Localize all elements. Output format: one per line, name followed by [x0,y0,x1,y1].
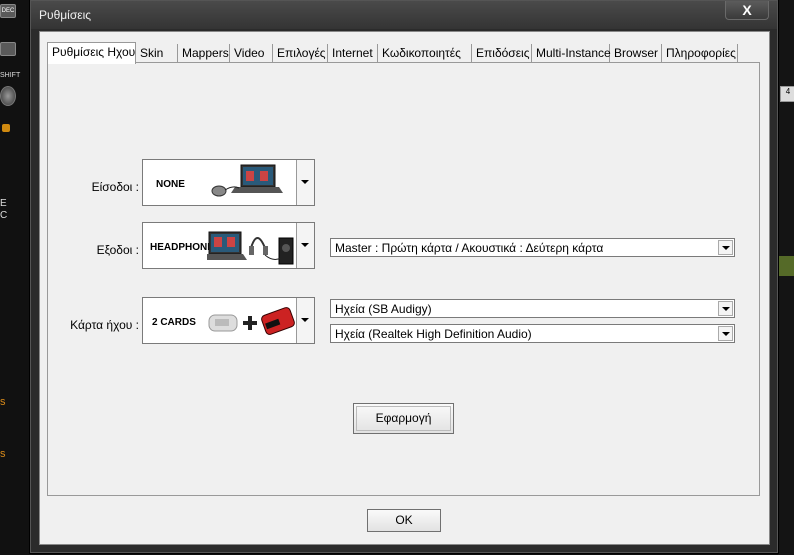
sound-card-2-value: Ηχεία (Realtek High Definition Audio) [335,327,532,341]
background-text: s [0,448,6,460]
sound-card-image: 2 CARDS [145,300,297,341]
background-right-bar [778,256,794,276]
tab-options[interactable]: Επιλογές [273,44,328,62]
audio-settings-panel: Είσοδοι : NONE Εξοδοι: HEADPHONES Maste… [47,62,760,496]
sound-card-1-select[interactable]: Ηχεία (SB Audigy) [330,299,735,318]
background-play-icon [0,42,16,56]
tab-codecs[interactable]: Κωδικοποιητές [378,44,472,62]
lock-icon [2,124,10,132]
outputs-dropdown-button[interactable] [296,223,314,268]
background-right-panel [778,0,794,555]
chevron-down-icon [722,307,730,311]
inputs-image: NONE [145,162,297,203]
chevron-down-icon [722,246,730,250]
settings-dialog: Ρυθμίσεις X Ρυθμίσεις Ηχου Skin Mappers … [30,0,778,553]
window-title: Ρυθμίσεις [39,8,92,22]
ok-button-label: OK [395,513,413,527]
sound-cards-icon [208,307,295,335]
inputs-value: NONE [156,179,185,190]
close-button[interactable]: X [725,1,769,20]
background-button: DEC [0,4,16,18]
title-bar[interactable]: Ρυθμίσεις X [31,1,777,29]
tab-video[interactable]: Video [230,44,273,62]
background-knob [0,86,16,106]
sound-card-label: Κάρτα ήχου : [70,318,139,332]
tab-info[interactable]: Πληροφορίες [662,44,738,62]
ok-button[interactable]: OK [367,509,441,532]
background-text: E [0,198,7,209]
inputs-combo[interactable]: NONE [142,159,315,206]
chevron-down-icon [301,318,309,322]
sound-card-2-select[interactable]: Ηχεία (Realtek High Definition Audio) [330,324,735,343]
laptop-icon [211,164,283,197]
background-text: C [0,210,8,221]
background-label: SHIFT [0,72,21,79]
outputs-image: HEADPHONES [145,225,297,266]
sound-card-2-dropdown-button[interactable] [718,326,733,341]
background-text: s [0,396,6,408]
background-right-button: 4 [780,86,794,102]
tab-performance[interactable]: Επιδόσεις [472,44,532,62]
tab-mappers[interactable]: Mappers [178,44,230,62]
chevron-down-icon [301,243,309,247]
inputs-label: Είσοδοι : [91,180,139,194]
tab-audio-settings[interactable]: Ρυθμίσεις Ηχου [47,42,136,64]
chevron-down-icon [301,180,309,184]
tab-browser[interactable]: Browser [610,44,662,62]
output-mode-dropdown-button[interactable] [718,240,733,255]
tab-internet[interactable]: Internet [328,44,378,62]
sound-card-1-dropdown-button[interactable] [718,301,733,316]
tab-skin[interactable]: Skin [136,44,178,62]
sound-card-combo[interactable]: 2 CARDS [142,297,315,344]
sound-card-dropdown-button[interactable] [296,298,314,343]
apply-button-label: Εφαρμογή [375,411,432,425]
dialog-client-area: Ρυθμίσεις Ηχου Skin Mappers Video Επιλογ… [39,31,770,545]
outputs-label: Εξοδοι : [96,243,139,257]
inputs-dropdown-button[interactable] [296,160,314,205]
headphones-laptop-icon [207,231,294,265]
outputs-combo[interactable]: HEADPHONES [142,222,315,269]
sound-card-1-value: Ηχεία (SB Audigy) [335,302,432,316]
output-mode-value: Master : Πρώτη κάρτα / Ακουστικά : Δεύτε… [335,241,604,255]
sound-card-value: 2 CARDS [152,317,196,328]
background-left-panel [0,0,32,555]
chevron-down-icon [722,332,730,336]
output-mode-select[interactable]: Master : Πρώτη κάρτα / Ακουστικά : Δεύτε… [330,238,735,257]
tab-multi-instance[interactable]: Multi-Instance [532,44,611,62]
apply-button[interactable]: Εφαρμογή [353,403,454,434]
